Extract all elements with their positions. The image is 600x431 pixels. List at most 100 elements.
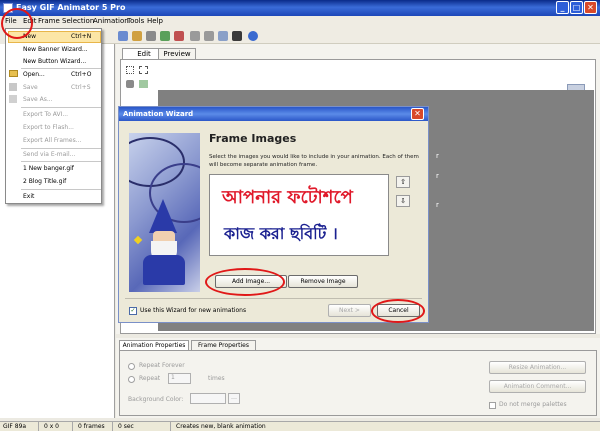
menu-bar: File Edit Frame Selection Animation Tool… <box>0 16 600 28</box>
crop-icon[interactable] <box>146 31 156 41</box>
frame-prev-icon[interactable] <box>190 31 200 41</box>
annotation-circle-cancel <box>371 299 425 323</box>
wizard-title-bar: Animation Wizard ✕ <box>119 107 428 121</box>
toolbar <box>100 28 600 44</box>
menu-help[interactable]: Help <box>147 17 163 25</box>
menu-item-export-flash[interactable]: Export to Flash... <box>23 124 74 131</box>
status-format: GIF 89a <box>3 423 27 430</box>
help-icon[interactable] <box>248 31 258 41</box>
wizard-close-icon[interactable]: ✕ <box>411 108 424 120</box>
repeat-label: Repeat <box>139 375 161 382</box>
menu-item-recent-2[interactable]: 2 Blog Title.gif <box>23 178 66 185</box>
annotation-circle-add-image <box>205 268 285 296</box>
color-picker-button[interactable]: … <box>228 393 240 404</box>
window-title: Easy GIF Animator 5 Pro <box>16 3 126 12</box>
repeat-forever-label: Repeat Forever <box>139 362 185 369</box>
menu-tools[interactable]: Tools <box>127 17 144 25</box>
times-label: times <box>208 375 225 382</box>
menu-item-send-email[interactable]: Send via E-mail... <box>23 151 75 158</box>
maximize-button[interactable]: □ <box>570 1 583 14</box>
menu-item-new-shortcut: Ctrl+N <box>71 33 92 40</box>
status-separator <box>38 422 39 431</box>
menu-separator <box>21 189 101 190</box>
save-disk-icon <box>9 83 17 91</box>
move-down-button[interactable]: ⇩ <box>396 195 410 207</box>
canvas-partial-text: r <box>436 152 439 160</box>
menu-separator <box>21 68 101 69</box>
wizard-description: Select the images you would like to incl… <box>209 154 419 168</box>
no-merge-checkbox[interactable] <box>489 402 496 409</box>
minimize-button[interactable]: _ <box>556 1 569 14</box>
use-wizard-label: Use this Wizard for new animations <box>140 307 247 314</box>
menu-item-new-banner-wizard[interactable]: New Banner Wizard... <box>23 46 88 53</box>
resize-animation-button[interactable]: Resize Animation... <box>489 361 586 374</box>
wizard-title: Animation Wizard <box>123 110 194 118</box>
fill-tool-icon[interactable] <box>126 80 134 88</box>
menu-item-open-shortcut: Ctrl+O <box>71 71 92 78</box>
undo-icon[interactable] <box>118 31 128 41</box>
menu-item-exit[interactable]: Exit <box>23 193 34 200</box>
menu-selection[interactable]: Selection <box>62 17 94 25</box>
wizard-heading: Frame Images <box>209 132 297 145</box>
menu-item-save-as[interactable]: Save As... <box>23 96 53 103</box>
canvas-partial-text: r <box>436 201 439 209</box>
repeat-count-input[interactable]: 1 <box>168 373 191 384</box>
move-up-button[interactable]: ⇧ <box>396 176 410 188</box>
animation-comment-button[interactable]: Animation Comment... <box>489 380 586 393</box>
wizard-divider <box>125 298 422 299</box>
repeat-forever-radio[interactable] <box>128 363 135 370</box>
zoom-icon[interactable] <box>232 31 242 41</box>
status-separator <box>112 422 113 431</box>
no-merge-label: Do not merge palettes <box>499 401 567 408</box>
eyedropper-icon[interactable] <box>139 80 148 88</box>
frame-images-list[interactable]: আপনার ফটোশপে কাজ করা ছবিটি । <box>209 174 389 256</box>
status-bar: GIF 89a 0 x 0 0 frames 0 sec Creates new… <box>0 421 600 431</box>
resize-icon[interactable] <box>160 31 170 41</box>
menu-animation[interactable]: Animation <box>93 17 129 25</box>
status-size: 0 x 0 <box>44 423 59 430</box>
status-duration: 0 sec <box>118 423 134 430</box>
annotation-circle-file <box>1 8 33 39</box>
menu-separator <box>21 107 101 108</box>
title-bar: Easy GIF Animator 5 Pro _ □ ✕ <box>0 0 600 16</box>
properties-box: Repeat Forever Repeat 1 times Background… <box>119 350 597 416</box>
tab-preview[interactable]: Preview <box>158 48 196 59</box>
frame-next-icon[interactable] <box>204 31 214 41</box>
properties-panel: Animation Properties Frame Properties Re… <box>116 338 600 418</box>
use-wizard-checkbox[interactable]: ✓ <box>129 307 137 315</box>
rect-select-icon[interactable] <box>139 66 148 74</box>
menu-separator <box>21 161 101 162</box>
save-as-icon <box>9 95 17 103</box>
open-folder-icon <box>9 70 18 77</box>
star-icon <box>133 235 143 245</box>
remove-image-button[interactable]: Remove Image <box>288 275 358 288</box>
status-separator <box>170 422 171 431</box>
wizard-hat-icon <box>149 199 177 233</box>
menu-item-export-all-frames[interactable]: Export All Frames... <box>23 137 81 144</box>
menu-item-open[interactable]: Open... <box>23 71 45 78</box>
menu-item-new-button-wizard[interactable]: New Button Wizard... <box>23 58 86 65</box>
copy-icon[interactable] <box>132 31 142 41</box>
menu-separator <box>21 148 101 149</box>
menu-item-recent-1[interactable]: 1 New banger.gif <box>23 165 74 172</box>
image-text-line-2: কাজ করা ছবিটি । <box>224 224 338 243</box>
next-button[interactable]: Next > <box>328 304 371 317</box>
status-separator <box>72 422 73 431</box>
menu-item-save[interactable]: Save <box>23 84 38 91</box>
background-color-label: Background Color: <box>128 396 184 403</box>
text-icon[interactable] <box>174 31 184 41</box>
repeat-radio[interactable] <box>128 376 135 383</box>
background-color-swatch[interactable] <box>190 393 226 404</box>
wizard-artwork <box>129 133 200 292</box>
status-frames: 0 frames <box>78 423 105 430</box>
file-menu: New Ctrl+N New Banner Wizard... New Butt… <box>5 28 102 204</box>
menu-item-export-avi[interactable]: Export To AVI... <box>23 111 68 118</box>
menu-frame[interactable]: Frame <box>38 17 60 25</box>
menu-item-save-shortcut: Ctrl+S <box>71 84 91 91</box>
image-text-line-1: আপনার ফটোশপে <box>222 187 353 208</box>
preview-icon[interactable] <box>218 31 228 41</box>
wizard-robe-icon <box>143 255 185 285</box>
status-message: Creates new, blank animation <box>176 423 266 430</box>
select-tool-icon[interactable] <box>126 66 134 74</box>
close-button[interactable]: ✕ <box>584 1 597 14</box>
